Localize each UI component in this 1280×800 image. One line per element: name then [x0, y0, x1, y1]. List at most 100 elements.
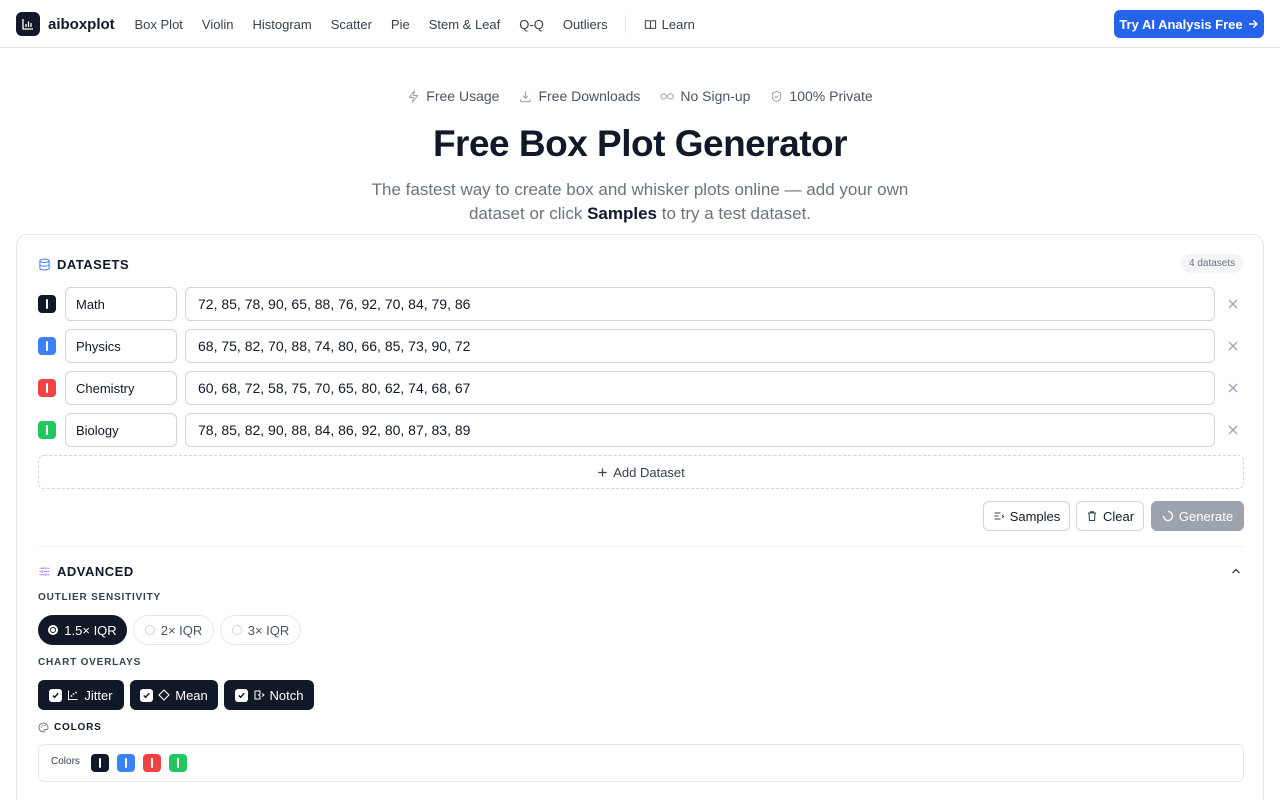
nav-link-stem-leaf[interactable]: Stem & Leaf: [419, 17, 510, 32]
cta-label: Try AI Analysis Free: [1119, 16, 1243, 32]
remove-dataset-icon[interactable]: [1226, 339, 1240, 353]
dataset-color-swatch[interactable]: [38, 295, 56, 313]
try-ai-analysis-button[interactable]: Try AI Analysis Free: [1114, 10, 1264, 38]
list-icon: [994, 512, 1004, 520]
generate-label: Generate: [1178, 508, 1234, 524]
overlay-notch-toggle[interactable]: Notch: [224, 680, 314, 710]
overlay-label: Notch: [269, 687, 304, 703]
samples-button[interactable]: Samples: [983, 501, 1070, 531]
sensitivity-option-label: 1.5× IQR: [64, 622, 117, 638]
dataset-row: Math 72, 85, 78, 90, 65, 88, 76, 92, 70,…: [38, 287, 1244, 321]
radio-icon: [144, 625, 155, 635]
dataset-name-input[interactable]: Physics: [65, 329, 177, 363]
loading-spinner-icon: [1162, 510, 1174, 522]
overlay-label: Jitter: [84, 687, 113, 703]
add-dataset-label: Add Dataset: [613, 464, 685, 480]
overlay-jitter-toggle[interactable]: Jitter: [38, 680, 124, 710]
scatter-chart-icon: [68, 690, 78, 700]
color-chip-math[interactable]: [91, 754, 109, 772]
infinity-icon: [660, 92, 674, 100]
generate-button[interactable]: Generate: [1151, 501, 1244, 531]
diamond-icon: [158, 689, 171, 701]
feature-list: Free Usage Free Downloads No Sign-up 100…: [0, 88, 1280, 104]
dataset-color-swatch[interactable]: [38, 379, 56, 397]
nav-link-qq[interactable]: Q-Q: [510, 17, 554, 32]
feature-free-usage: Free Usage: [407, 88, 499, 104]
dataset-values-input[interactable]: 60, 68, 72, 58, 75, 70, 65, 80, 62, 74, …: [185, 371, 1215, 405]
add-dataset-button[interactable]: Add Dataset: [38, 455, 1244, 489]
color-chip-physics[interactable]: [117, 754, 135, 772]
chart-overlays-label: CHART OVERLAYS: [38, 657, 142, 668]
samples-label: Samples: [1009, 508, 1061, 524]
sensitivity-option-2-iqr[interactable]: 2× IQR: [133, 615, 214, 645]
dataset-name-input[interactable]: Chemistry: [65, 371, 177, 405]
advanced-heading: ADVANCED: [57, 564, 134, 579]
nav-link-histogram[interactable]: Histogram: [243, 17, 321, 32]
dataset-values-input[interactable]: 78, 85, 82, 90, 88, 84, 86, 92, 80, 87, …: [185, 413, 1215, 447]
checkbox-checked-icon: [49, 688, 63, 702]
clear-label: Clear: [1102, 508, 1135, 524]
checkbox-checked-icon: [140, 688, 154, 702]
lightning-icon: [409, 89, 419, 103]
dataset-color-swatch[interactable]: [38, 421, 56, 439]
download-icon: [520, 90, 532, 102]
dataset-values-input[interactable]: 72, 85, 78, 90, 65, 88, 76, 92, 70, 84, …: [185, 287, 1215, 321]
sensitivity-option-1-5-iqr[interactable]: 1.5× IQR: [38, 615, 127, 645]
arrow-right-icon: [1248, 20, 1258, 28]
feature-label: Free Usage: [426, 88, 500, 104]
color-chip-chemistry[interactable]: [143, 754, 161, 772]
nav-link-violin[interactable]: Violin: [192, 17, 243, 32]
sensitivity-option-label: 3× IQR: [247, 622, 290, 638]
datasets-header: DATASETS: [38, 257, 129, 272]
radio-icon: [231, 625, 242, 635]
notch-icon: [254, 690, 265, 700]
dataset-name-input[interactable]: Math: [65, 287, 177, 321]
nav-link-outliers[interactable]: Outliers: [553, 17, 617, 32]
subtitle-line-1: The fastest way to create box and whiske…: [371, 180, 909, 199]
color-chip-biology[interactable]: [169, 754, 187, 772]
logo[interactable]: aiboxplot: [16, 12, 115, 36]
nav-link-learn[interactable]: Learn: [634, 17, 704, 32]
remove-dataset-icon[interactable]: [1226, 423, 1240, 437]
checkbox-checked-icon: [234, 688, 248, 702]
dataset-row: Biology 78, 85, 82, 90, 88, 84, 86, 92, …: [38, 413, 1244, 447]
feature-no-signup: No Sign-up: [660, 88, 750, 104]
datasets-card: DATASETS 4 datasets Math 72, 85, 78, 90,…: [16, 234, 1264, 800]
nav-link-pie[interactable]: Pie: [381, 17, 419, 32]
clear-button[interactable]: Clear: [1076, 501, 1144, 531]
logo-text: aiboxplot: [48, 15, 115, 33]
datasets-heading: DATASETS: [57, 257, 130, 272]
book-icon: [644, 19, 656, 29]
advanced-header[interactable]: ADVANCED: [38, 564, 134, 579]
dataset-row: Chemistry 60, 68, 72, 58, 75, 70, 65, 80…: [38, 371, 1244, 405]
subtitle-samples: Samples: [587, 204, 657, 223]
logo-icon: [16, 12, 40, 36]
colors-panel: Colors: [38, 744, 1244, 782]
dataset-row: Physics 68, 75, 82, 70, 88, 74, 80, 66, …: [38, 329, 1244, 363]
remove-dataset-icon[interactable]: [1226, 297, 1240, 311]
feature-label: No Sign-up: [680, 88, 751, 104]
nav-divider: [625, 15, 627, 33]
dataset-values-input[interactable]: 68, 75, 82, 70, 88, 74, 80, 66, 85, 73, …: [185, 329, 1215, 363]
palette-icon: [38, 722, 49, 733]
dataset-name-input[interactable]: Biology: [65, 413, 177, 447]
section-divider: [38, 546, 1244, 547]
sensitivity-option-label: 2× IQR: [160, 622, 203, 638]
radio-selected-icon: [48, 625, 59, 635]
colors-label: Colors: [51, 756, 80, 767]
nav-link-scatter[interactable]: Scatter: [321, 17, 381, 32]
feature-private: 100% Private: [770, 88, 873, 104]
overlay-mean-toggle[interactable]: Mean: [130, 680, 218, 710]
nav-link-box-plot[interactable]: Box Plot: [125, 17, 192, 32]
feature-label: Free Downloads: [538, 88, 641, 104]
remove-dataset-icon[interactable]: [1226, 381, 1240, 395]
nav-learn-label: Learn: [661, 16, 695, 32]
dataset-color-swatch[interactable]: [38, 337, 56, 355]
sliders-icon: [39, 566, 50, 577]
nav-links: Box Plot Violin Histogram Scatter Pie St…: [125, 0, 704, 48]
sensitivity-option-3-iqr[interactable]: 3× IQR: [220, 615, 301, 645]
shield-icon: [772, 90, 782, 102]
subtitle-pre: dataset or click: [468, 204, 588, 223]
chevron-up-icon[interactable]: [1230, 565, 1242, 577]
page-subtitle: The fastest way to create box and whiske…: [340, 178, 940, 226]
